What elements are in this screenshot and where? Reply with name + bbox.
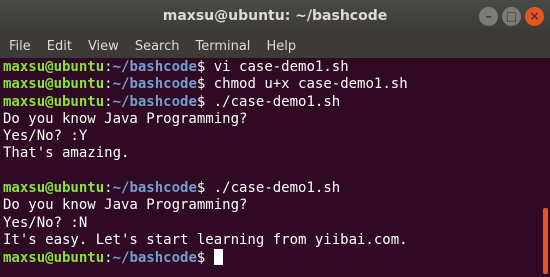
output-line: That's amazing. bbox=[3, 145, 543, 162]
menu-edit[interactable]: Edit bbox=[39, 39, 80, 54]
output-text: Do you know Java Programming? bbox=[3, 110, 248, 127]
prompt-path: ~/bashcode bbox=[112, 93, 197, 110]
menu-bar: File Edit View Search Terminal Help bbox=[0, 34, 550, 58]
menu-help[interactable]: Help bbox=[258, 39, 304, 54]
close-icon[interactable]: × bbox=[525, 7, 544, 26]
output-line: It's easy. Let's start learning from yii… bbox=[3, 232, 543, 249]
prompt-path: ~/bashcode bbox=[112, 180, 197, 197]
output-text: That's amazing. bbox=[3, 145, 130, 162]
menu-search[interactable]: Search bbox=[127, 39, 188, 54]
output-line: Yes/No? :N bbox=[3, 215, 543, 232]
output-line: Do you know Java Programming? bbox=[3, 197, 543, 214]
command-text: ./case-demo1.sh bbox=[205, 180, 341, 197]
terminal-window: maxsu@ubuntu: ~/bashcode – □ × File Edit… bbox=[0, 0, 550, 277]
prompt-separator: : bbox=[104, 59, 113, 75]
prompt-user-host: maxsu@ubuntu bbox=[3, 250, 105, 267]
prompt-path: ~/bashcode bbox=[112, 250, 197, 267]
prompt-line: maxsu@ubuntu:~/bashcode$ ./case-demo1.sh bbox=[3, 180, 543, 197]
menu-terminal[interactable]: Terminal bbox=[187, 39, 258, 54]
window-controls: – □ × bbox=[479, 7, 544, 26]
prompt-user-host: maxsu@ubuntu bbox=[3, 76, 105, 93]
prompt-user-host: maxsu@ubuntu bbox=[3, 180, 105, 197]
command-text: ./case-demo1.sh bbox=[205, 93, 341, 110]
prompt-separator: : bbox=[104, 76, 113, 93]
command-text: vi case-demo1.sh bbox=[205, 59, 349, 75]
maximize-icon[interactable]: □ bbox=[502, 7, 521, 26]
cursor bbox=[213, 249, 223, 266]
prompt-separator: : bbox=[104, 180, 113, 197]
prompt-line: maxsu@ubuntu:~/bashcode$ chmod u+x case-… bbox=[3, 76, 543, 93]
prompt-separator: : bbox=[104, 250, 113, 267]
output-line: Yes/No? :Y bbox=[3, 128, 543, 145]
minimize-icon[interactable]: – bbox=[479, 7, 498, 26]
prompt-line: maxsu@ubuntu:~/bashcode$ bbox=[3, 249, 543, 266]
title-bar[interactable]: maxsu@ubuntu: ~/bashcode – □ × bbox=[0, 0, 550, 34]
window-title: maxsu@ubuntu: ~/bashcode bbox=[162, 8, 388, 24]
prompt-line: maxsu@ubuntu:~/bashcode$ vi case-demo1.s… bbox=[3, 59, 543, 76]
prompt-path: ~/bashcode bbox=[112, 59, 197, 75]
command-text: chmod u+x case-demo1.sh bbox=[205, 76, 408, 93]
prompt-user-host: maxsu@ubuntu bbox=[3, 59, 105, 75]
output-text: Yes/No? :N bbox=[3, 214, 88, 231]
command-input bbox=[205, 250, 213, 266]
output-text: Yes/No? :Y bbox=[3, 128, 88, 145]
prompt-path: ~/bashcode bbox=[112, 76, 197, 93]
prompt-user-host: maxsu@ubuntu bbox=[3, 93, 105, 110]
output-text: Do you know Java Programming? bbox=[3, 197, 248, 214]
output-line: Do you know Java Programming? bbox=[3, 111, 543, 128]
prompt-separator: : bbox=[104, 93, 113, 110]
terminal-output[interactable]: maxsu@ubuntu:~/bashcode$ vi case-demo1.s… bbox=[0, 58, 543, 277]
scrollbar[interactable] bbox=[543, 208, 548, 274]
output-text: It's easy. Let's start learning from yii… bbox=[3, 231, 408, 248]
prompt-line: maxsu@ubuntu:~/bashcode$ ./case-demo1.sh bbox=[3, 94, 543, 111]
menu-view[interactable]: View bbox=[80, 39, 127, 54]
menu-file[interactable]: File bbox=[0, 39, 39, 54]
